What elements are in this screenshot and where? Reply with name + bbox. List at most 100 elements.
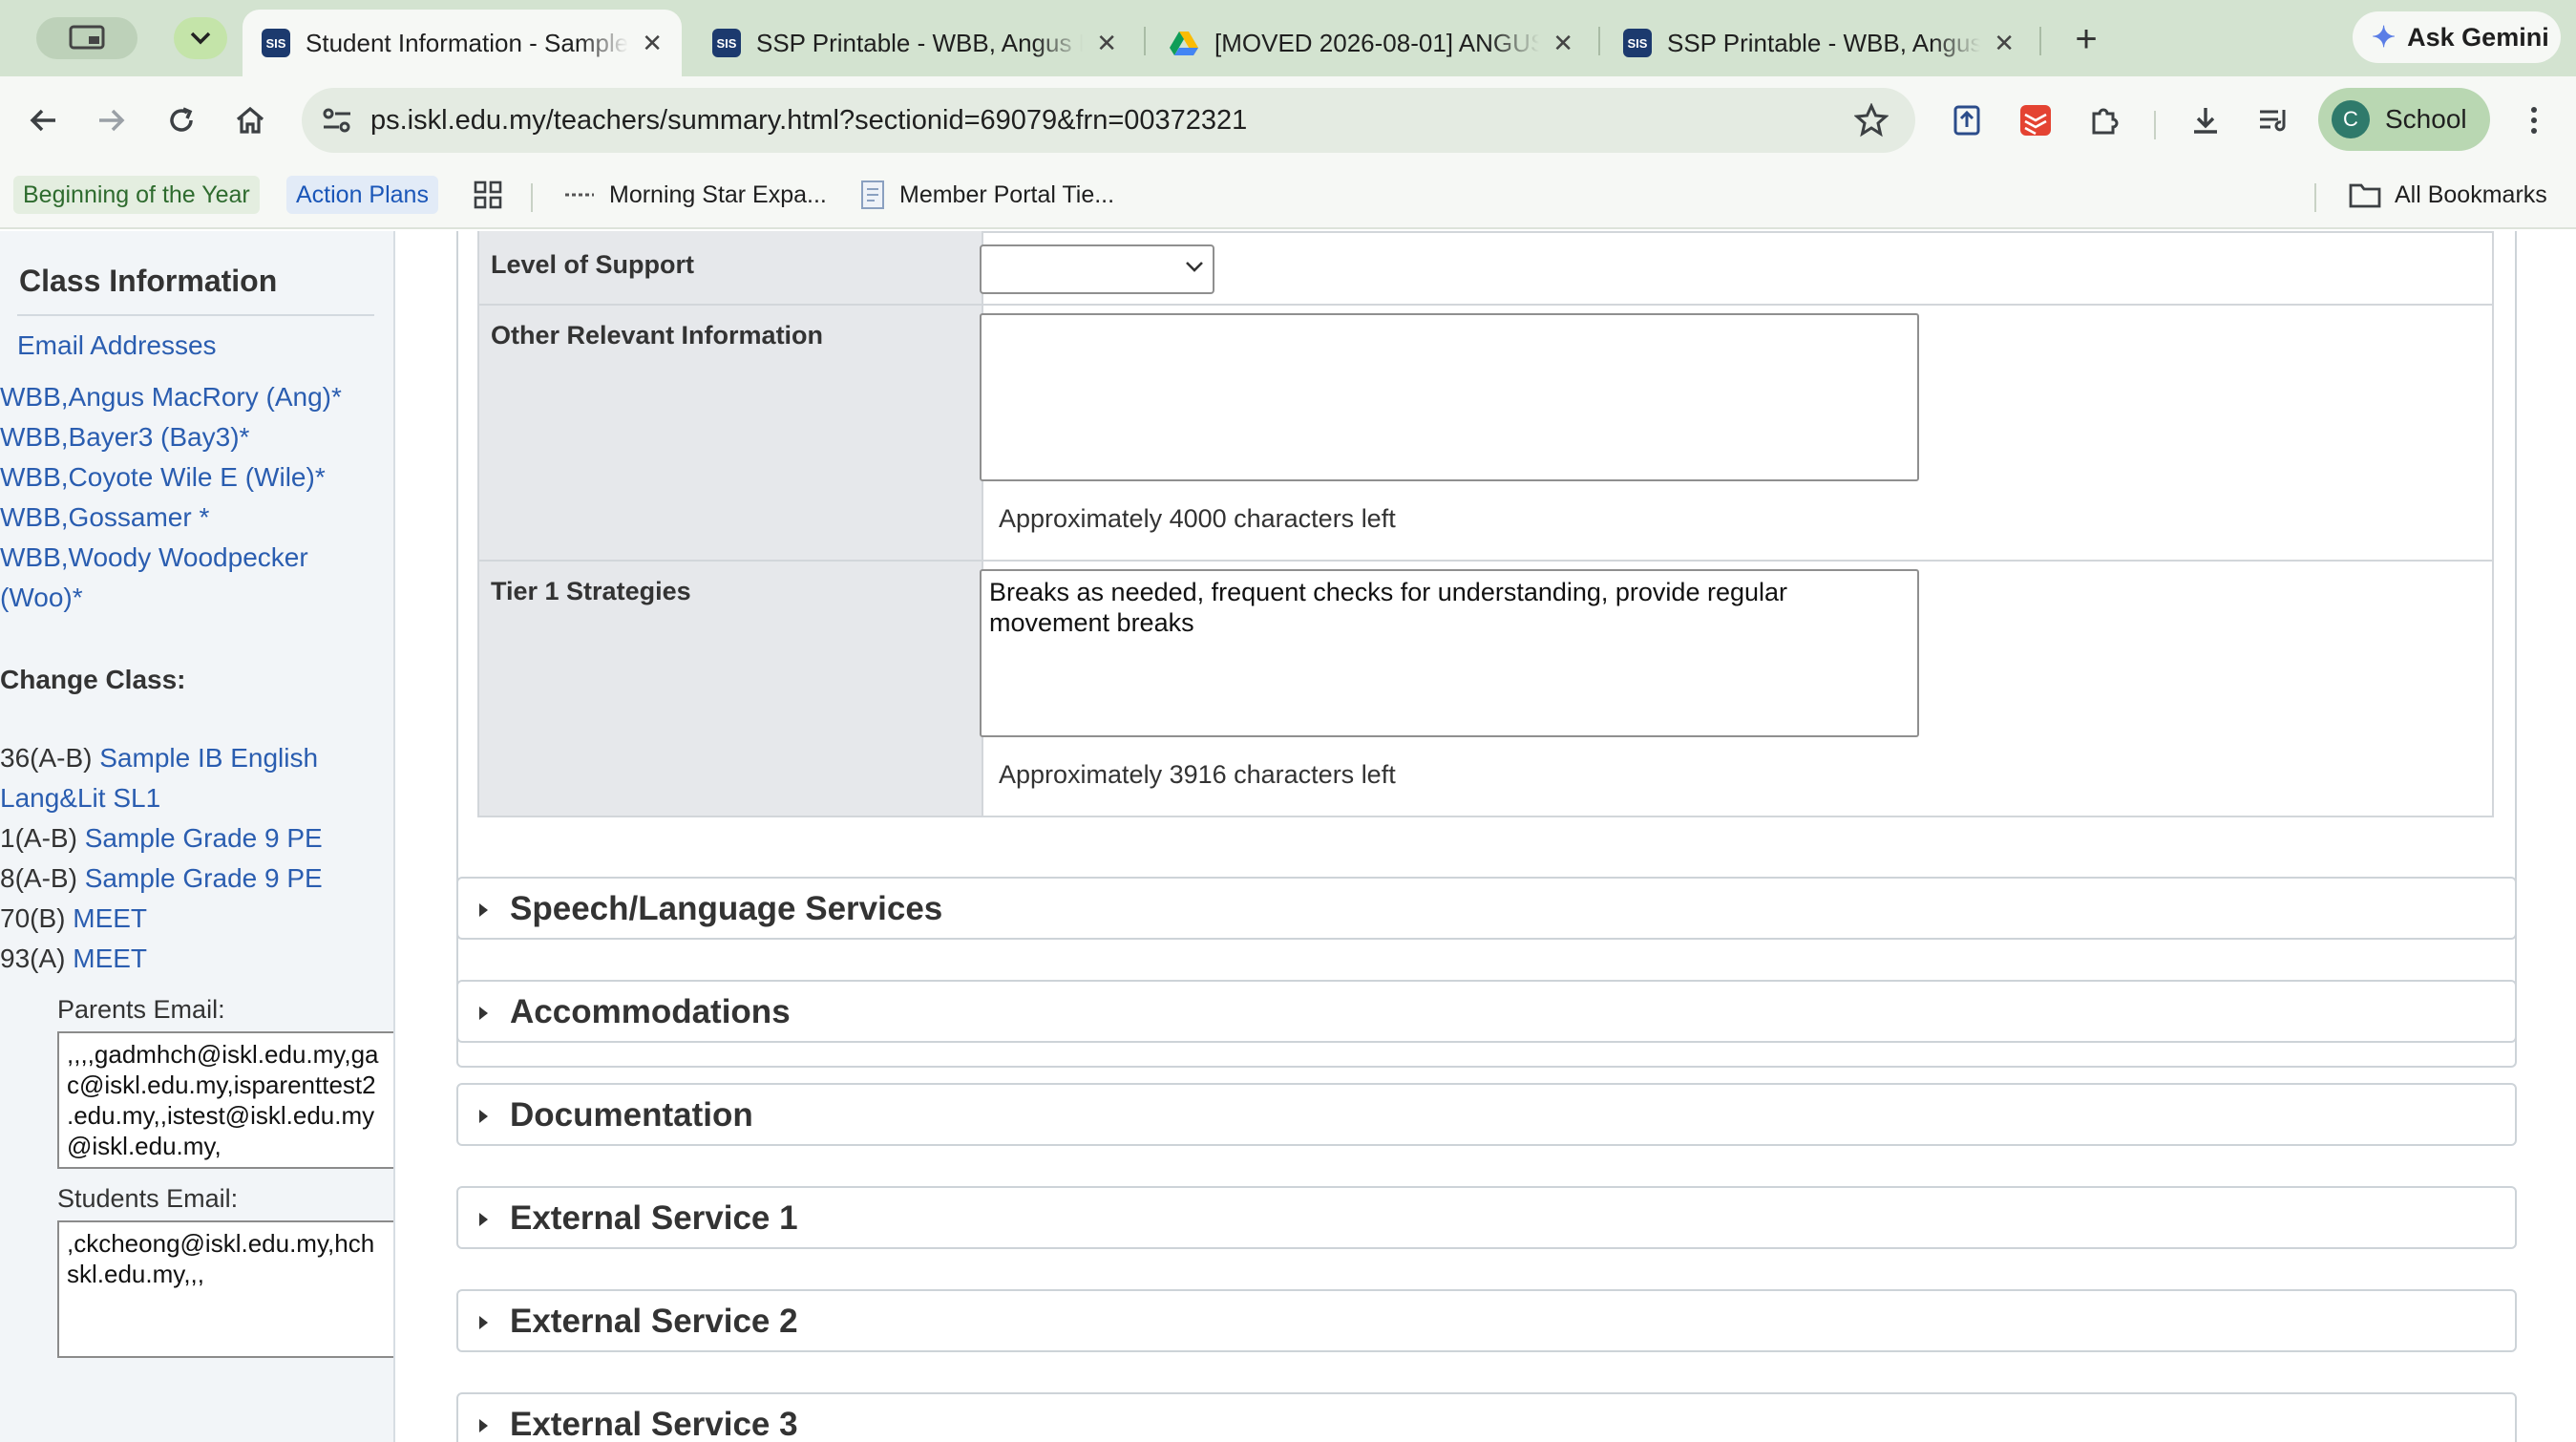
class-row: 1(A-B) Sample Grade 9 PE [0, 823, 323, 854]
window-switcher-button[interactable] [36, 17, 137, 59]
tier1-strategies-textarea[interactable]: Breaks as needed, frequent checks for un… [980, 569, 1919, 737]
bookmark-label: Morning Star Expa... [609, 180, 827, 208]
profile-button[interactable]: C School [2318, 88, 2490, 151]
level-of-support-label: Level of Support [479, 231, 983, 304]
class-link[interactable]: Sample Grade 9 PE [85, 863, 323, 893]
close-icon[interactable]: ✕ [1994, 29, 2015, 58]
student-link-gossamer[interactable]: WBB,Gossamer * [0, 502, 209, 533]
sis-favicon-icon: SIS [1623, 29, 1652, 57]
tab-title: [MOVED 2026-08-01] ANGUS [1214, 28, 1540, 57]
class-row: Lang&Lit SL1 [0, 783, 160, 814]
extension-todoist-button[interactable] [2013, 97, 2059, 143]
tab-ssp-printable-1[interactable]: SIS SSP Printable - WBB, Angus M ✕ [693, 10, 1136, 76]
class-information-sidebar: Class Information Email Addresses WBB,An… [0, 231, 395, 1442]
bookmarks-separator [531, 183, 533, 212]
caret-right-icon [479, 1213, 488, 1226]
student-link-woody[interactable]: WBB,Woody Woodpecker [0, 542, 308, 573]
close-icon[interactable]: ✕ [1096, 29, 1117, 58]
caret-right-icon [479, 1419, 488, 1432]
all-bookmarks-button[interactable]: All Bookmarks [2339, 176, 2557, 214]
email-addresses-link[interactable]: Email Addresses [17, 330, 217, 361]
bookmarks-separator [2314, 183, 2316, 212]
students-email-field[interactable]: ,ckcheong@iskl.edu.my,hch skl.edu.my,,, [57, 1220, 393, 1358]
other-relevant-information-textarea[interactable] [980, 313, 1919, 481]
section-title: External Service 3 [510, 1406, 798, 1442]
class-link[interactable]: Lang&Lit SL1 [0, 783, 160, 813]
level-of-support-row: Level of Support [477, 231, 2494, 306]
class-link[interactable]: MEET [73, 903, 147, 933]
section-documentation[interactable]: Documentation [456, 1083, 2517, 1146]
class-link[interactable]: Sample IB English [99, 743, 318, 773]
class-link[interactable]: MEET [73, 944, 147, 973]
tab-search-button[interactable] [174, 17, 227, 59]
tab-moved-angus[interactable]: [MOVED 2026-08-01] ANGUS ✕ [1150, 10, 1593, 76]
chevron-down-icon [1186, 262, 1203, 272]
downloads-button[interactable] [2183, 97, 2228, 143]
tab-student-information[interactable]: SIS Student Information - Sample ✕ [243, 10, 682, 76]
ask-gemini-button[interactable]: ✦ Ask Gemini [2353, 11, 2561, 63]
extensions-button[interactable] [2081, 97, 2127, 143]
gemini-sparkle-icon: ✦ [2372, 21, 2397, 53]
upload-icon [1953, 105, 1980, 136]
class-row: 36(A-B) Sample IB English [0, 743, 318, 774]
reload-icon [170, 107, 193, 132]
close-icon[interactable]: ✕ [1552, 29, 1573, 58]
parents-email-field[interactable]: ,,,,gadmhch@iskl.edu.my,ga c@iskl.edu.my… [57, 1031, 393, 1169]
bookmark-member-portal[interactable]: Member Portal Tie... [850, 176, 1124, 214]
folder-icon [2349, 183, 2381, 208]
caret-right-icon [479, 1007, 488, 1020]
url-text: ps.iskl.edu.my/teachers/summary.html?sec… [370, 105, 1248, 136]
back-button[interactable] [21, 97, 67, 143]
tier1-chars-left: Approximately 3916 characters left [999, 760, 1396, 789]
section-external-service-3[interactable]: External Service 3 [456, 1392, 2517, 1442]
address-bar[interactable]: ps.iskl.edu.my/teachers/summary.html?sec… [302, 88, 1915, 153]
section-accommodations[interactable]: Accommodations [456, 980, 2517, 1043]
student-link-woody-cont[interactable]: (Woo)* [0, 583, 83, 613]
section-speech-language-services[interactable]: Speech/Language Services [456, 877, 2517, 940]
caret-right-icon [479, 1316, 488, 1329]
home-button[interactable] [227, 97, 273, 143]
ask-gemini-label: Ask Gemini [2407, 22, 2549, 52]
class-period: 1(A-B) [0, 823, 77, 853]
students-email-label: Students Email: [57, 1184, 239, 1213]
student-link-coyote[interactable]: WBB,Coyote Wile E (Wile)* [0, 462, 326, 493]
other-info-chars-left: Approximately 4000 characters left [999, 504, 1396, 533]
bookmark-morning-star[interactable]: Morning Star Expa... [554, 176, 836, 214]
dash-favicon-icon [565, 193, 594, 197]
parents-email-label: Parents Email: [57, 995, 225, 1024]
chevron-down-icon [190, 32, 211, 45]
reload-button[interactable] [158, 97, 204, 143]
apps-button[interactable] [464, 176, 512, 214]
profile-name: School [2385, 104, 2467, 134]
browser-toolbar: ps.iskl.edu.my/teachers/summary.html?sec… [0, 76, 2576, 164]
chrome-menu-button[interactable] [2511, 97, 2557, 143]
close-icon[interactable]: ✕ [642, 29, 663, 58]
toolbar-separator [2154, 111, 2156, 139]
student-link-bayer3[interactable]: WBB,Bayer3 (Bay3)* [0, 422, 249, 453]
caret-right-icon [479, 903, 488, 917]
tab-separator [2039, 27, 2041, 55]
tier1-strategies-row: Tier 1 Strategies Breaks as needed, freq… [477, 562, 2494, 817]
sis-favicon-icon: SIS [262, 29, 290, 57]
tab-title: Student Information - Sample [306, 28, 629, 57]
extension-upload-button[interactable] [1944, 97, 1990, 143]
section-external-service-2[interactable]: External Service 2 [456, 1289, 2517, 1352]
class-link[interactable]: Sample Grade 9 PE [85, 823, 323, 853]
bookmark-beginning-of-year[interactable]: Beginning of the Year [13, 176, 260, 214]
tab-separator [1144, 27, 1146, 55]
tab-separator [1598, 27, 1600, 55]
class-period: 8(A-B) [0, 863, 77, 893]
student-link-angus[interactable]: WBB,Angus MacRory (Ang)* [0, 382, 342, 413]
tab-ssp-printable-2[interactable]: SIS SSP Printable - WBB, Angus M ✕ [1604, 10, 2034, 76]
new-tab-button[interactable]: + [2062, 15, 2110, 63]
section-external-service-1[interactable]: External Service 1 [456, 1186, 2517, 1249]
forward-button[interactable] [88, 97, 134, 143]
section-title: Speech/Language Services [510, 890, 943, 927]
bookmark-star-icon[interactable] [1854, 103, 1889, 138]
media-controls-button[interactable] [2251, 97, 2297, 143]
bookmark-action-plans[interactable]: Action Plans [286, 176, 438, 214]
section-title: Documentation [510, 1096, 753, 1134]
level-of-support-select[interactable] [980, 244, 1214, 294]
site-settings-icon [323, 108, 350, 133]
arrow-left-icon [30, 109, 55, 132]
